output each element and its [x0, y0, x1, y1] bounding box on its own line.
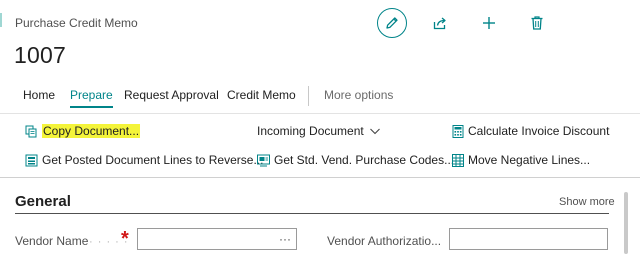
pencil-icon [386, 17, 398, 29]
tab-request-approval[interactable]: Request Approval [124, 88, 219, 102]
calculate-invoice-discount-label: Calculate Invoice Discount [468, 124, 610, 138]
copy-icon [25, 125, 38, 138]
get-posted-document-lines-label: Get Posted Document Lines to Reverse... [42, 153, 264, 167]
new-button[interactable] [480, 14, 498, 32]
tab-prepare[interactable]: Prepare [70, 88, 113, 108]
page-type-label: Purchase Credit Memo [15, 16, 138, 30]
trash-icon [531, 16, 543, 30]
tab-more-options[interactable]: More options [324, 88, 393, 102]
required-asterisk: * [121, 228, 129, 250]
page-title: 1007 [14, 42, 66, 68]
copy-document-action[interactable]: Copy Document... [25, 124, 141, 138]
incoming-document-menu[interactable]: Incoming Document [257, 124, 381, 138]
move-negative-lines-label: Move Negative Lines... [468, 153, 591, 167]
vendor-name-label: Vendor Name [15, 234, 89, 248]
left-edge-indicator [0, 13, 2, 27]
vendor-authorization-label: Vendor Authorizatio... [327, 234, 442, 248]
calculator-icon [451, 124, 464, 138]
tab-divider [308, 86, 309, 106]
scrollbar-thumb[interactable] [624, 192, 628, 254]
get-posted-document-lines-action[interactable]: Get Posted Document Lines to Reverse... [25, 153, 263, 167]
share-icon [433, 17, 446, 30]
move-negative-lines-action[interactable]: Move Negative Lines... [451, 153, 590, 167]
tab-credit-memo[interactable]: Credit Memo [227, 88, 296, 102]
tab-home[interactable]: Home [23, 88, 55, 102]
actions-panel: Copy Document... Incoming Document Calcu… [0, 113, 640, 178]
show-more-link[interactable]: Show more [559, 196, 615, 208]
vendor-name-field[interactable] [137, 228, 297, 250]
codes-icon [257, 154, 270, 167]
table-icon [451, 153, 464, 167]
copy-document-label: Copy Document... [42, 124, 141, 138]
incoming-document-label: Incoming Document [257, 124, 364, 138]
section-title-general[interactable]: General [15, 193, 71, 210]
vendor-authorization-field[interactable] [449, 228, 608, 250]
share-button[interactable] [431, 14, 449, 32]
plus-icon [483, 17, 495, 29]
action-tabs: Home Prepare Request Approval Credit Mem… [0, 86, 640, 112]
lookup-ellipsis-button[interactable]: ··· [279, 232, 291, 246]
chevron-down-icon [369, 128, 380, 135]
edit-button[interactable] [377, 8, 407, 38]
delete-button[interactable] [528, 14, 546, 32]
get-std-vend-purchase-codes-label: Get Std. Vend. Purchase Codes... [274, 153, 455, 167]
calculate-invoice-discount-action[interactable]: Calculate Invoice Discount [451, 124, 609, 138]
get-std-vend-purchase-codes-action[interactable]: Get Std. Vend. Purchase Codes... [257, 153, 454, 167]
document-lines-icon [25, 154, 38, 167]
section-divider [15, 213, 609, 214]
